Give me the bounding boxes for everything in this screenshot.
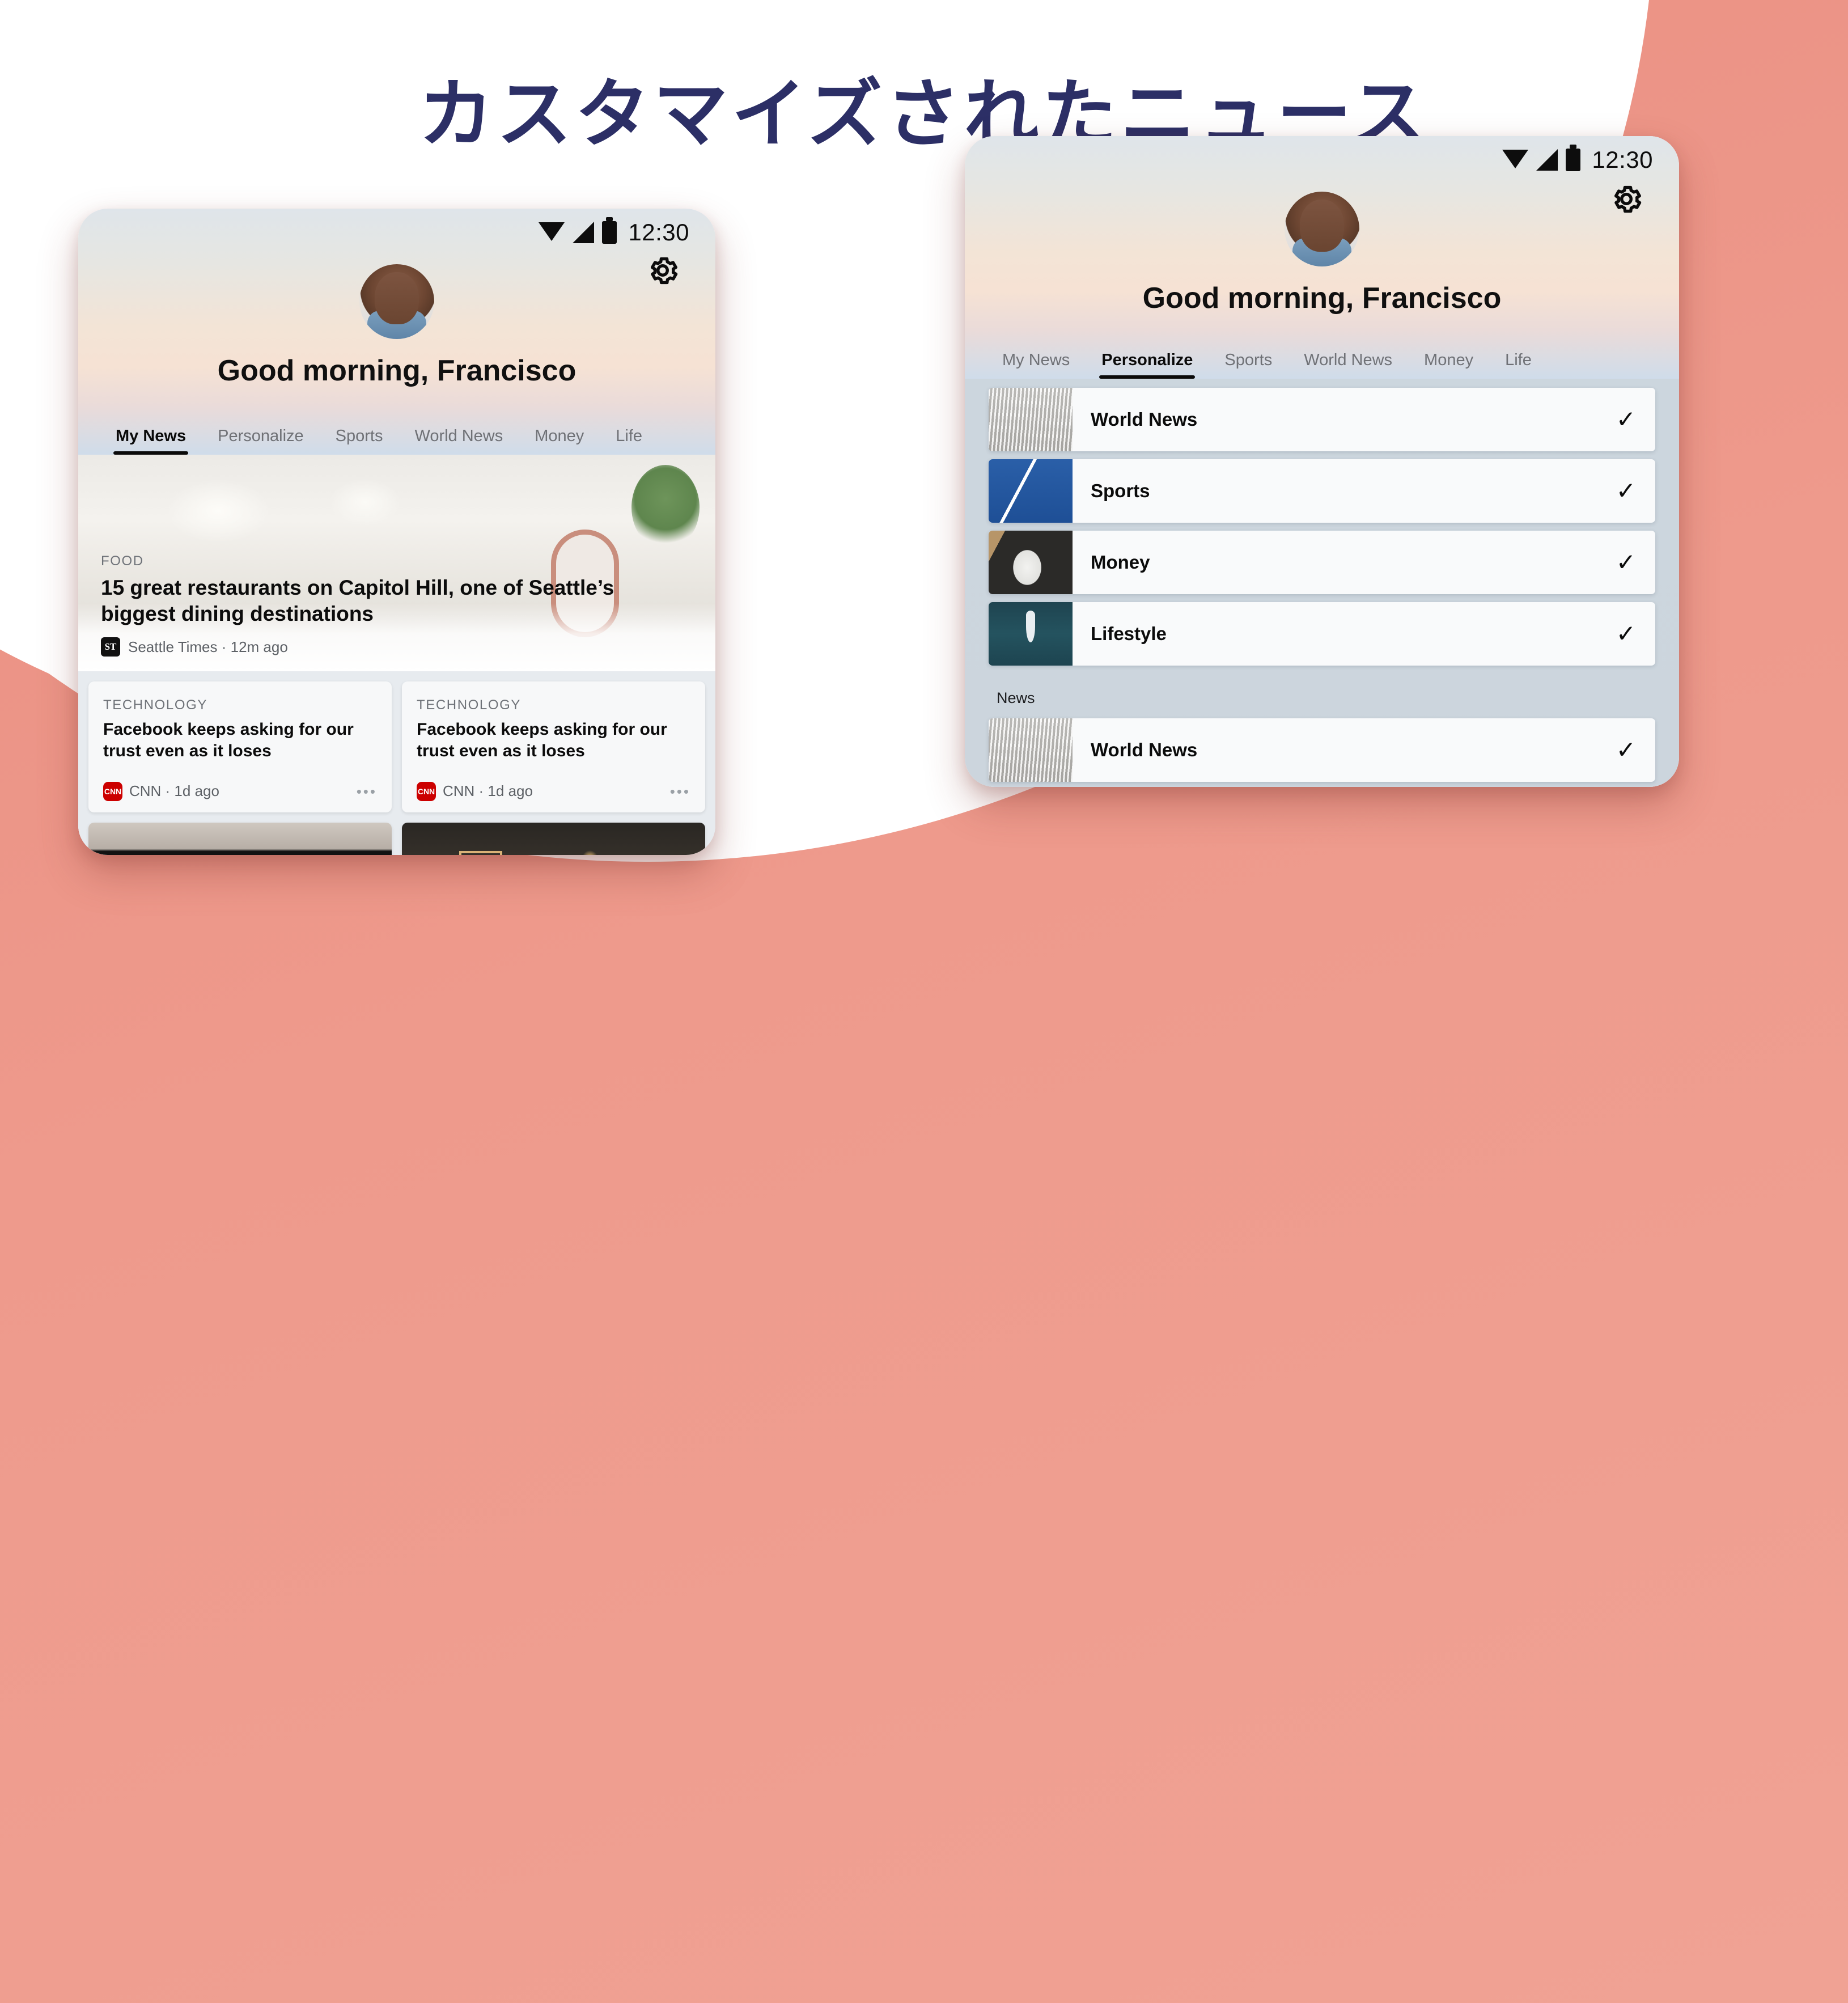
list-item-label: Lifestyle	[1091, 623, 1167, 644]
card-headline: Facebook keeps asking for our trust even…	[103, 720, 354, 761]
card-source-row: CNN CNN · 1d ago •••	[417, 763, 690, 801]
photo-thumbnail	[402, 822, 705, 855]
card-category: TECHNOLOGY	[417, 697, 522, 713]
category-tab-bar-right: My News Personalize Sports World News Mo…	[965, 327, 1679, 379]
list-item-label: World News	[1091, 409, 1198, 430]
wifi-icon	[539, 222, 565, 243]
category-thumbnail	[989, 531, 1073, 594]
check-icon[interactable]: ✓	[1616, 408, 1636, 431]
status-bar: 12:30	[78, 209, 715, 256]
overflow-menu-button[interactable]: •••	[357, 784, 377, 799]
list-item-label: Sports	[1091, 480, 1150, 501]
phone-mockup-left: 12:30 Good morning, Francisco My News Pe…	[78, 209, 715, 855]
avatar[interactable]	[359, 264, 434, 339]
wifi-icon	[1502, 150, 1529, 170]
check-icon[interactable]: ✓	[1616, 622, 1636, 646]
video-thumbnail[interactable]: NETFLIX	[88, 822, 392, 855]
screen-right: 12:30 Good morning, Francisco My News Pe…	[965, 136, 1679, 787]
status-bar: 12:30	[965, 136, 1679, 184]
tab-my-news[interactable]: My News	[986, 351, 1086, 379]
list-item-label: World News	[1091, 739, 1198, 760]
signal-icon	[1536, 149, 1558, 171]
news-feed: FOOD 15 great restaurants on Capitol Hil…	[78, 455, 715, 855]
section-header-news: News	[997, 689, 1035, 706]
tab-sports[interactable]: Sports	[1209, 351, 1288, 379]
seattle-times-logo-icon: ST	[101, 637, 120, 657]
article-card-row-1: TECHNOLOGY Facebook keeps asking for our…	[78, 671, 715, 823]
card-category: TECHNOLOGY	[103, 697, 208, 713]
screen-left: 12:30 Good morning, Francisco My News Pe…	[78, 209, 715, 855]
cnn-logo-icon: CNN	[417, 781, 436, 801]
gear-icon	[650, 257, 678, 285]
tab-personalize[interactable]: Personalize	[1086, 351, 1209, 379]
article-card[interactable]: TECHNOLOGY Facebook keeps asking for our…	[402, 681, 705, 812]
check-icon[interactable]: ✓	[1616, 738, 1636, 762]
article-card-row-2: NETFLIX TV SHOWS Arrow recap: Oliver and…	[78, 822, 715, 855]
status-bar-time: 12:30	[628, 219, 689, 245]
category-thumbnail	[989, 602, 1073, 666]
status-bar-time: 12:30	[1592, 146, 1653, 173]
tab-my-news[interactable]: My News	[100, 427, 202, 455]
check-icon[interactable]: ✓	[1616, 479, 1636, 503]
tab-world-news[interactable]: World News	[1288, 351, 1408, 379]
check-icon[interactable]: ✓	[1616, 550, 1636, 574]
card-source-text: CNN · 1d ago	[129, 782, 219, 800]
tab-money[interactable]: Money	[519, 427, 600, 455]
personalize-list: World News ✓ Sports ✓ Money ✓ Lifestyle …	[965, 379, 1679, 787]
list-item[interactable]: World News ✓	[989, 718, 1655, 782]
article-card-photo[interactable]: FOOD 15 great restaurants on Capitol Hil…	[402, 822, 705, 855]
right-header: 12:30 Good morning, Francisco My News Pe…	[965, 136, 1679, 379]
card-source-row: CNN CNN · 1d ago •••	[103, 763, 377, 801]
list-item[interactable]: Sports ✓	[989, 459, 1655, 523]
tab-life[interactable]: Life	[600, 427, 658, 455]
article-card-video[interactable]: NETFLIX TV SHOWS Arrow recap: Oliver and…	[88, 822, 392, 855]
battery-icon	[602, 217, 617, 244]
decor-bulb-cage	[459, 851, 503, 855]
greeting-text: Good morning, Francisco	[217, 354, 577, 387]
overflow-menu-button[interactable]: •••	[670, 784, 690, 799]
list-item[interactable]: Lifestyle ✓	[989, 602, 1655, 666]
hero-source-row: ST Seattle Times · 12m ago	[101, 637, 693, 657]
hero-source-text: Seattle Times · 12m ago	[128, 638, 288, 655]
category-thumbnail	[989, 388, 1073, 451]
greeting-text: Good morning, Francisco	[1142, 282, 1502, 315]
signal-icon	[573, 222, 595, 243]
category-tab-bar-left: My News Personalize Sports World News Mo…	[78, 403, 715, 455]
gear-icon	[1614, 185, 1642, 213]
settings-button[interactable]	[1609, 181, 1644, 217]
category-thumbnail	[989, 718, 1073, 782]
tab-world-news[interactable]: World News	[399, 427, 519, 455]
settings-button[interactable]	[645, 253, 680, 288]
avatar[interactable]	[1285, 192, 1359, 266]
list-item-label: Money	[1091, 552, 1150, 573]
battery-icon	[1566, 145, 1581, 171]
card-headline: Facebook keeps asking for our trust even…	[417, 720, 667, 761]
cnn-logo-icon: CNN	[103, 781, 122, 801]
left-header: 12:30 Good morning, Francisco My News Pe…	[78, 209, 715, 455]
phone-mockup-right: 12:30 Good morning, Francisco My News Pe…	[965, 136, 1679, 787]
tab-money[interactable]: Money	[1408, 351, 1489, 379]
hero-headline: 15 great restaurants on Capitol Hill, on…	[101, 576, 614, 626]
tab-sports[interactable]: Sports	[320, 427, 399, 455]
category-thumbnail	[989, 459, 1073, 523]
list-item[interactable]: World News ✓	[989, 388, 1655, 451]
tab-life[interactable]: Life	[1489, 351, 1548, 379]
hero-article-card[interactable]: FOOD 15 great restaurants on Capitol Hil…	[78, 455, 715, 671]
card-source-text: CNN · 1d ago	[443, 782, 533, 800]
article-card[interactable]: TECHNOLOGY Facebook keeps asking for our…	[88, 681, 392, 812]
hero-category: FOOD	[101, 553, 144, 569]
hero-text: FOOD 15 great restaurants on Capitol Hil…	[101, 553, 693, 657]
tab-personalize[interactable]: Personalize	[202, 427, 320, 455]
decor-plant	[631, 465, 700, 550]
list-item[interactable]: Money ✓	[989, 531, 1655, 594]
